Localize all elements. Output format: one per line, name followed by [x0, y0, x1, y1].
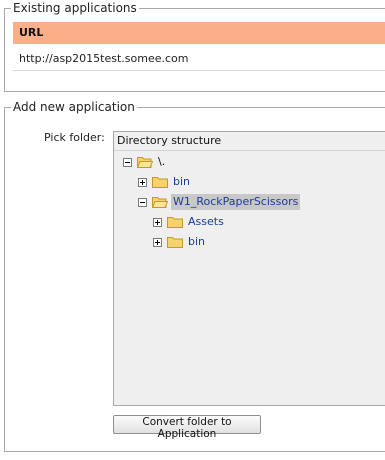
add-new-application-legend: Add new application: [11, 100, 137, 114]
pick-folder-label: Pick folder:: [44, 131, 105, 144]
tree-node-label[interactable]: \.: [156, 154, 167, 170]
collapse-toggle-icon[interactable]: [123, 157, 132, 167]
folder-open-icon: [137, 156, 153, 168]
convert-folder-button[interactable]: Convert folder to Application: [113, 415, 261, 440]
tree-node-label[interactable]: Assets: [186, 214, 226, 230]
tree-node-root[interactable]: \.: [123, 153, 167, 171]
tree-node-label[interactable]: bin: [171, 174, 192, 190]
directory-structure-header: Directory structure: [114, 132, 385, 151]
directory-tree-panel[interactable]: Directory structure \. bin W1_RockPaperS…: [113, 131, 385, 406]
existing-applications-legend: Existing applications: [11, 1, 139, 15]
folder-icon: [167, 236, 183, 248]
folder-icon: [167, 216, 183, 228]
tree-node-bin[interactable]: bin: [138, 173, 192, 191]
table-row[interactable]: http://asp2015test.somee.com: [13, 47, 385, 71]
expand-toggle-icon[interactable]: [138, 177, 147, 187]
folder-icon: [152, 176, 168, 188]
collapse-toggle-icon[interactable]: [138, 197, 147, 207]
expand-toggle-icon[interactable]: [153, 217, 162, 227]
url-column-header[interactable]: URL: [13, 22, 385, 44]
tree-node-assets[interactable]: Assets: [153, 213, 226, 231]
folder-open-icon: [152, 196, 168, 208]
tree-node-label[interactable]: bin: [186, 234, 207, 250]
expand-toggle-icon[interactable]: [153, 237, 162, 247]
tree-node-bin-nested[interactable]: bin: [153, 233, 207, 251]
tree-node-w1-rockpaperscissors[interactable]: W1_RockPaperScissors: [138, 193, 301, 211]
tree-node-label[interactable]: W1_RockPaperScissors: [171, 194, 301, 210]
